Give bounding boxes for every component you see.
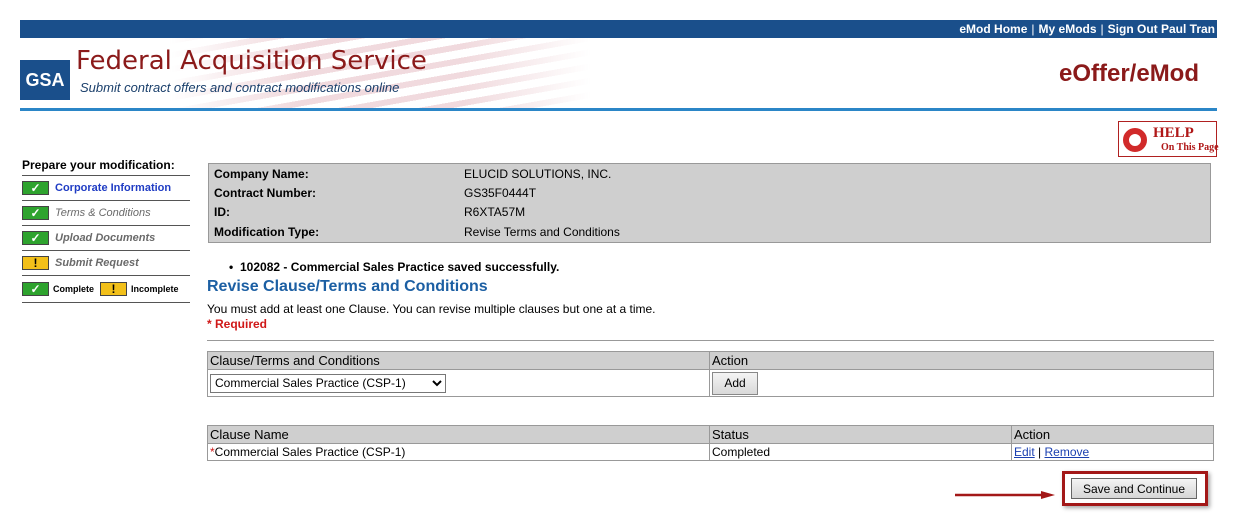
required-note: * Required: [207, 317, 268, 331]
app-title: eOffer/eMod: [1058, 60, 1199, 87]
help-sublabel: On This Page: [1161, 142, 1219, 153]
clause-select[interactable]: Commercial Sales Practice (CSP-1): [210, 373, 446, 393]
section-title: Revise Clause/Terms and Conditions: [207, 278, 488, 295]
action-cell: Edit | Remove: [1011, 443, 1214, 461]
legend-complete: Complete: [53, 284, 95, 294]
status-cell: Completed: [709, 443, 1012, 461]
table-row: *Commercial Sales Practice (CSP-1) Compl…: [207, 443, 1214, 461]
org-title: Federal Acquisition Service: [76, 46, 427, 76]
info-value: ELUCID SOLUTIONS, INC.: [464, 167, 612, 181]
gsa-logo: GSA: [20, 60, 70, 100]
check-icon: ✓: [22, 181, 49, 195]
sidebar-item-upload-documents[interactable]: ✓ Upload Documents: [22, 226, 190, 251]
column-header: Clause Name: [207, 425, 710, 444]
tagline: Submit contract offers and contract modi…: [80, 80, 400, 95]
instructions: You must add at least one Clause. You ca…: [207, 302, 656, 316]
info-value: R6XTA57M: [464, 205, 526, 219]
contract-info-box: Company Name: ELUCID SOLUTIONS, INC. Con…: [208, 163, 1211, 243]
save-highlight: Save and Continue: [1062, 471, 1208, 506]
clause-table: Clause Name Status Action *Commercial Sa…: [207, 425, 1214, 461]
info-row-id: ID: R6XTA57M: [214, 203, 1204, 222]
save-and-continue-button[interactable]: Save and Continue: [1071, 478, 1197, 499]
sidebar-item-label: Corporate Information: [55, 182, 172, 194]
legend-incomplete: Incomplete: [131, 284, 179, 294]
sidebar: Prepare your modification: ✓ Corporate I…: [22, 157, 190, 303]
success-message: 102082 - Commercial Sales Practice saved…: [229, 260, 559, 274]
info-label: Modification Type:: [214, 225, 320, 239]
info-label: Contract Number:: [214, 186, 317, 200]
column-header: Clause/Terms and Conditions: [207, 351, 710, 370]
add-clause-table: Clause/Terms and Conditions Action Comme…: [207, 351, 1214, 397]
sidebar-item-label: Terms & Conditions: [55, 207, 151, 219]
status-legend: ✓ Complete ! Incomplete: [22, 276, 190, 303]
nav-separator: |: [1031, 22, 1035, 36]
check-icon: ✓: [22, 206, 49, 220]
lifebuoy-icon: [1123, 128, 1147, 152]
sidebar-item-submit-request[interactable]: ! Submit Request: [22, 251, 190, 276]
column-header: Action: [709, 351, 1214, 370]
sidebar-item-terms-conditions[interactable]: ✓ Terms & Conditions: [22, 201, 190, 226]
sidebar-item-label: Submit Request: [55, 257, 139, 269]
help-label: HELP: [1153, 125, 1194, 141]
info-row-company: Company Name: ELUCID SOLUTIONS, INC.: [214, 165, 1204, 184]
top-nav-links: eMod Home | My eMods | Sign Out Paul Tran: [959, 22, 1215, 36]
clause-name-cell: *Commercial Sales Practice (CSP-1): [207, 443, 710, 461]
clause-name: Commercial Sales Practice (CSP-1): [214, 445, 406, 459]
column-header: Status: [709, 425, 1012, 444]
check-icon: ✓: [22, 231, 49, 245]
add-cell: Add: [709, 369, 1214, 397]
header-rule: [20, 108, 1217, 111]
info-row-mod-type: Modification Type: Revise Terms and Cond…: [214, 223, 1204, 242]
divider: [207, 340, 1214, 341]
info-value: Revise Terms and Conditions: [464, 225, 620, 239]
sidebar-item-label: Upload Documents: [55, 232, 156, 244]
clause-select-cell: Commercial Sales Practice (CSP-1): [207, 369, 710, 397]
info-value: GS35F0444T: [464, 186, 537, 200]
warning-icon: !: [22, 256, 49, 270]
emod-home-link[interactable]: eMod Home: [959, 22, 1027, 36]
top-nav-bar: eMod Home | My eMods | Sign Out Paul Tran: [20, 20, 1217, 38]
header-banner: GSA Federal Acquisition Service Submit c…: [20, 38, 1217, 108]
sidebar-title: Prepare your modification:: [22, 157, 190, 176]
info-row-contract: Contract Number: GS35F0444T: [214, 184, 1204, 203]
info-label: Company Name:: [214, 167, 309, 181]
add-button[interactable]: Add: [712, 371, 758, 395]
help-button[interactable]: HELP On This Page: [1118, 121, 1219, 157]
sidebar-item-corporate-information[interactable]: ✓ Corporate Information: [22, 176, 190, 201]
warning-icon: !: [100, 282, 128, 296]
my-emods-link[interactable]: My eMods: [1039, 22, 1097, 36]
info-label: ID:: [214, 205, 230, 219]
arrow-right-icon: [955, 491, 1055, 499]
edit-link[interactable]: Edit: [1014, 445, 1035, 459]
remove-link[interactable]: Remove: [1044, 445, 1089, 459]
nav-separator: |: [1100, 22, 1104, 36]
check-icon: ✓: [22, 282, 49, 296]
sign-out-link[interactable]: Sign Out Paul Tran: [1108, 22, 1215, 36]
column-header: Action: [1011, 425, 1214, 444]
